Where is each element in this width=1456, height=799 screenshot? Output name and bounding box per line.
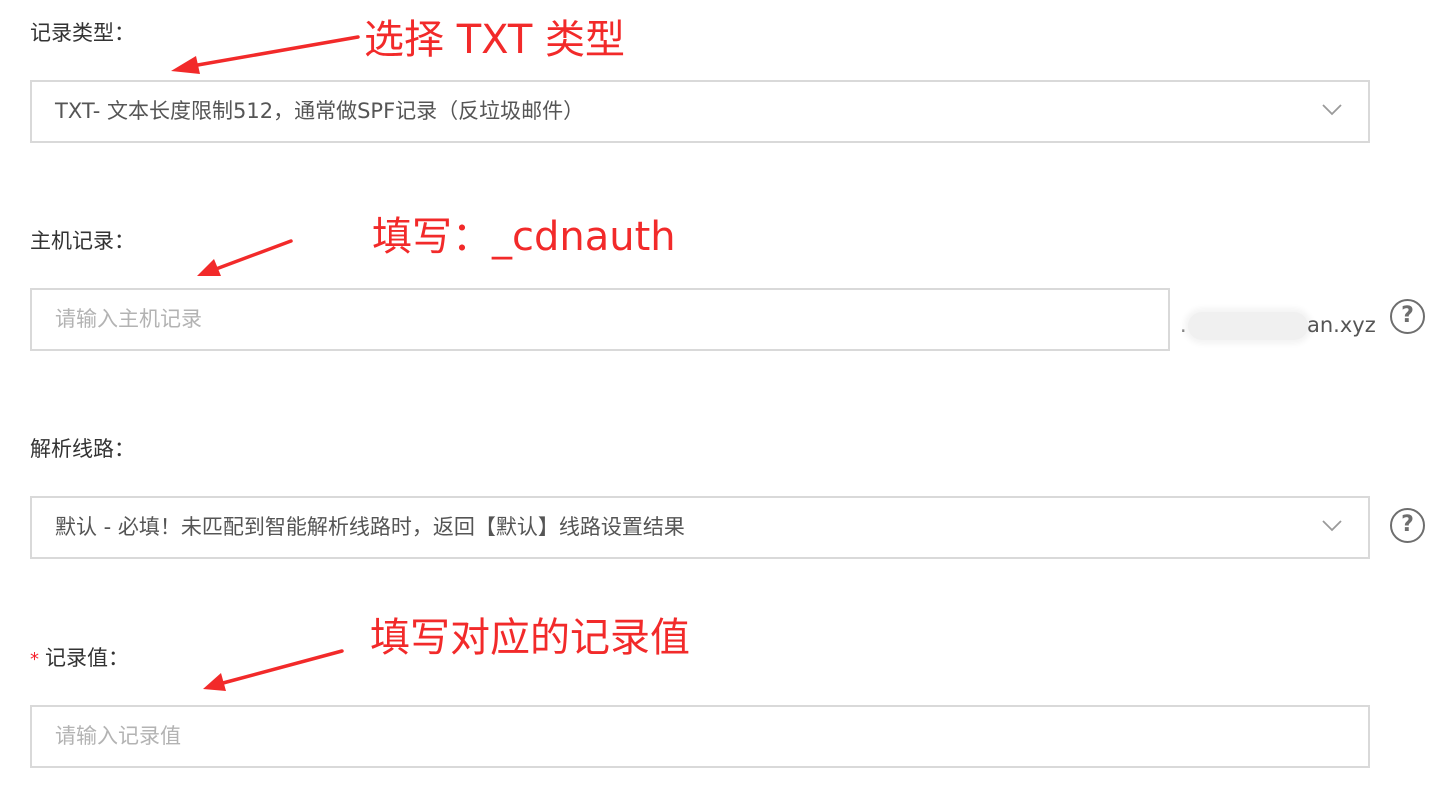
record-value-input[interactable]: 请输入记录值 xyxy=(30,705,1370,768)
red-arrow-icon xyxy=(171,35,360,74)
redacted-domain-blur xyxy=(1188,312,1308,340)
annotation-host-note: 填写：_cdnauth xyxy=(372,214,676,260)
record-value-label-row: * 记录值： xyxy=(30,644,129,674)
domain-suffix: . an.xyz xyxy=(1180,310,1376,340)
line-label: 解析线路： xyxy=(30,437,135,461)
line-select[interactable]: 默认 - 必填！未匹配到智能解析线路时，返回【默认】线路设置结果 xyxy=(30,496,1370,559)
host-record-placeholder: 请输入主机记录 xyxy=(55,307,202,331)
record-value-label: 记录值： xyxy=(45,646,129,670)
chevron-down-icon xyxy=(1322,520,1342,532)
record-type-selected-value: TXT- 文本长度限制512，通常做SPF记录（反垃圾邮件） xyxy=(55,99,585,123)
line-selected-value: 默认 - 必填！未匹配到智能解析线路时，返回【默认】线路设置结果 xyxy=(55,515,685,539)
required-mark: * xyxy=(30,649,39,670)
host-record-label: 主机记录： xyxy=(30,229,135,253)
host-record-input[interactable]: 请输入主机记录 xyxy=(30,288,1170,351)
chevron-down-icon xyxy=(1322,104,1342,116)
red-arrow-icon xyxy=(197,239,293,276)
annotation-value-note: 填写对应的记录值 xyxy=(370,615,690,661)
record-value-placeholder: 请输入记录值 xyxy=(55,724,181,748)
line-help-icon[interactable]: ? xyxy=(1390,508,1425,543)
annotation-type-note: 选择 TXT 类型 xyxy=(364,17,625,63)
domain-suffix-tail: an.xyz xyxy=(1307,313,1376,337)
host-record-help-icon[interactable]: ? xyxy=(1390,299,1425,334)
record-type-label: 记录类型： xyxy=(30,21,135,45)
domain-suffix-dot: . xyxy=(1180,313,1187,337)
record-type-select[interactable]: TXT- 文本长度限制512，通常做SPF记录（反垃圾邮件） xyxy=(30,80,1370,143)
red-arrow-icon xyxy=(203,649,344,691)
